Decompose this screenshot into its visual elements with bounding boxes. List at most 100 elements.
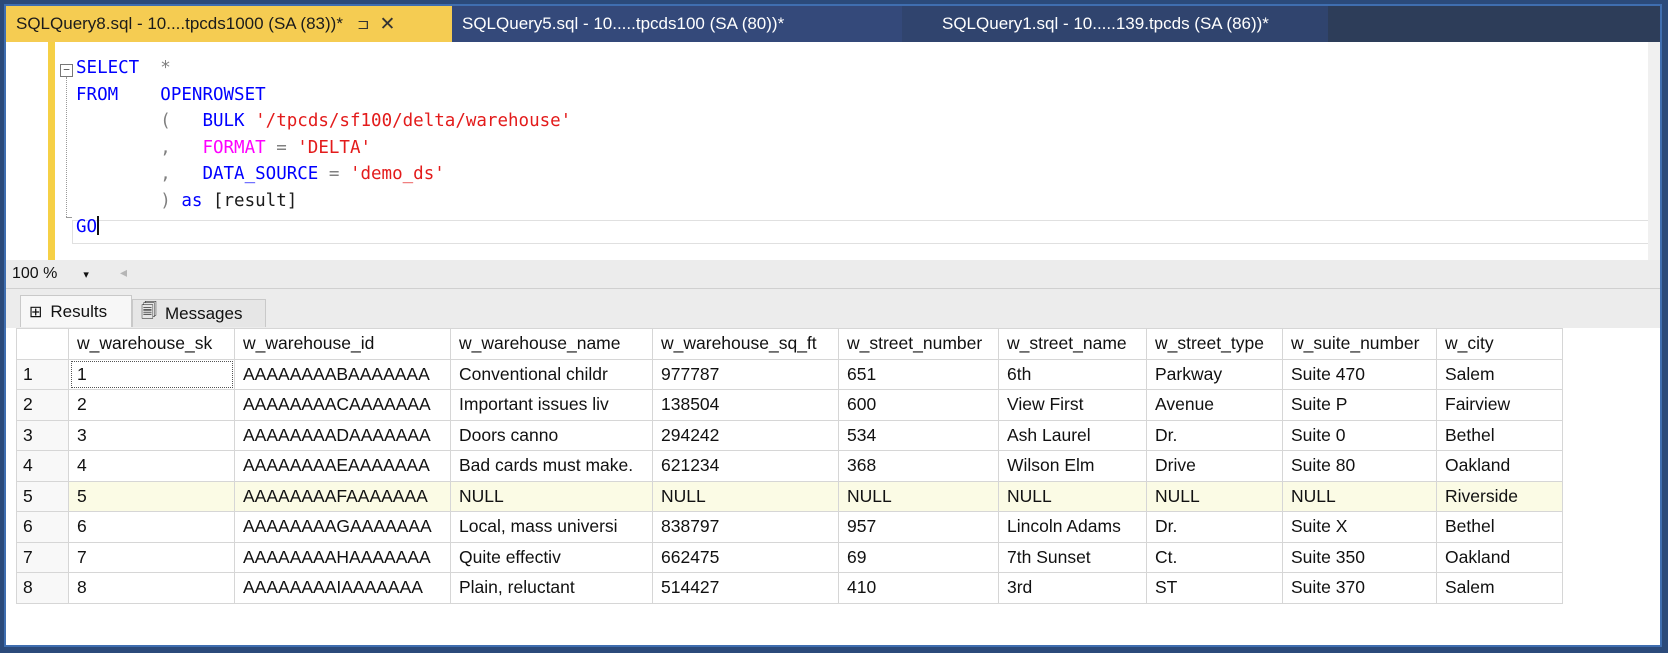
table-cell[interactable]: 4 — [68, 450, 235, 482]
editor-scrollbar[interactable] — [1648, 42, 1660, 260]
table-cell[interactable]: Bethel — [1436, 511, 1563, 543]
column-header[interactable]: w_suite_number — [1282, 328, 1437, 360]
table-cell[interactable]: 534 — [838, 419, 999, 451]
tab-sqlquery8[interactable]: SQLQuery8.sql - 10....tpcds1000 (SA (83)… — [6, 6, 452, 42]
table-cell[interactable]: Suite 0 — [1282, 419, 1437, 451]
table-cell[interactable]: 621234 — [652, 450, 839, 482]
table-cell[interactable]: NULL — [1282, 480, 1437, 512]
table-cell[interactable]: 138504 — [652, 389, 839, 421]
table-cell[interactable]: 7th Sunset — [998, 541, 1147, 573]
table-row[interactable]: 7 7 AAAAAAAAHAAAAAAA Quite effectiv 662475 69… — [16, 541, 1563, 573]
table-cell[interactable]: Salem — [1436, 358, 1563, 390]
table-cell[interactable]: 2 — [68, 389, 235, 421]
table-cell[interactable]: 514427 — [652, 572, 839, 604]
table-cell[interactable]: NULL — [1146, 480, 1283, 512]
scroll-left-icon[interactable]: ◂ — [120, 264, 127, 281]
table-row[interactable]: 3 3 AAAAAAAADAAAAAAA Doors canno 294242 534 As… — [16, 419, 1563, 451]
column-header[interactable]: w_warehouse_id — [234, 328, 451, 360]
table-cell[interactable]: Ash Laurel — [998, 419, 1147, 451]
row-number[interactable]: 3 — [16, 419, 69, 451]
tab-messages[interactable]: 🗐 Messages — [132, 299, 266, 327]
column-header[interactable]: w_street_type — [1146, 328, 1283, 360]
table-cell[interactable]: NULL — [838, 480, 999, 512]
table-cell[interactable]: NULL — [652, 480, 839, 512]
table-cell[interactable]: Lincoln Adams — [998, 511, 1147, 543]
column-header[interactable]: w_warehouse_name — [450, 328, 653, 360]
zoom-select[interactable]: 100 % ▾ — [12, 263, 112, 285]
column-header[interactable]: w_city — [1436, 328, 1563, 360]
table-cell[interactable]: 69 — [838, 541, 999, 573]
table-cell[interactable]: 3 — [68, 419, 235, 451]
table-cell[interactable]: Suite X — [1282, 511, 1437, 543]
table-cell[interactable]: 410 — [838, 572, 999, 604]
table-cell[interactable]: 977787 — [652, 358, 839, 390]
table-cell[interactable]: AAAAAAAABAAAAAAA — [234, 358, 451, 390]
table-cell[interactable]: AAAAAAAAHAAAAAAA — [234, 541, 451, 573]
table-cell[interactable]: Important issues liv — [450, 389, 653, 421]
table-row[interactable]: 8 8 AAAAAAAAIAAAAAAA Plain, reluctant 514427… — [16, 572, 1563, 604]
tab-results[interactable]: ⊞ Results — [20, 295, 132, 327]
table-cell[interactable]: Drive — [1146, 450, 1283, 482]
table-row[interactable]: 2 2 AAAAAAAACAAAAAAA Important issues liv 13… — [16, 389, 1563, 421]
table-row[interactable]: 4 4 AAAAAAAAEAAAAAAA Bad cards must make. 62… — [16, 450, 1563, 482]
table-cell[interactable]: 838797 — [652, 511, 839, 543]
table-cell[interactable]: 651 — [838, 358, 999, 390]
table-row[interactable]: 5 5 AAAAAAAAFAAAAAAA NULL NULL NULL NULL NULL NU… — [16, 480, 1563, 512]
table-cell[interactable]: Fairview — [1436, 389, 1563, 421]
table-cell[interactable]: AAAAAAAAFAAAAAAA — [234, 480, 451, 512]
table-cell[interactable]: 600 — [838, 389, 999, 421]
table-cell[interactable]: 3rd — [998, 572, 1147, 604]
table-cell[interactable]: Suite P — [1282, 389, 1437, 421]
row-number[interactable]: 7 — [16, 541, 69, 573]
column-header[interactable]: w_street_number — [838, 328, 999, 360]
table-cell[interactable]: AAAAAAAACAAAAAAA — [234, 389, 451, 421]
table-cell[interactable]: Salem — [1436, 572, 1563, 604]
column-header[interactable]: w_street_name — [998, 328, 1147, 360]
table-cell[interactable]: Bethel — [1436, 419, 1563, 451]
table-cell[interactable]: Oakland — [1436, 541, 1563, 573]
row-number[interactable]: 8 — [16, 572, 69, 604]
table-cell[interactable]: Dr. — [1146, 419, 1283, 451]
table-cell[interactable]: 6 — [68, 511, 235, 543]
table-cell[interactable]: Doors canno — [450, 419, 653, 451]
row-number-header[interactable] — [16, 328, 69, 360]
table-cell[interactable]: Local, mass universi — [450, 511, 653, 543]
table-cell[interactable]: Plain, reluctant — [450, 572, 653, 604]
tab-sqlquery5[interactable]: SQLQuery5.sql - 10.....tpcds100 (SA (80)… — [452, 6, 902, 42]
table-cell[interactable]: 8 — [68, 572, 235, 604]
table-cell[interactable]: Parkway — [1146, 358, 1283, 390]
column-header[interactable]: w_warehouse_sk — [68, 328, 235, 360]
table-cell[interactable]: NULL — [450, 480, 653, 512]
table-cell[interactable]: Riverside — [1436, 480, 1563, 512]
column-header[interactable]: w_warehouse_sq_ft — [652, 328, 839, 360]
table-cell[interactable]: 1 — [68, 358, 235, 390]
close-icon[interactable]: ✕ — [380, 13, 396, 36]
table-cell[interactable]: Dr. — [1146, 511, 1283, 543]
table-cell[interactable]: 957 — [838, 511, 999, 543]
table-cell[interactable]: Ct. — [1146, 541, 1283, 573]
table-cell[interactable]: Avenue — [1146, 389, 1283, 421]
table-cell[interactable]: AAAAAAAAEAAAAAAA — [234, 450, 451, 482]
table-cell[interactable]: AAAAAAAAGAAAAAAA — [234, 511, 451, 543]
table-cell[interactable]: Quite effectiv — [450, 541, 653, 573]
table-cell[interactable]: Oakland — [1436, 450, 1563, 482]
row-number[interactable]: 1 — [16, 358, 69, 390]
sql-code[interactable]: SELECT * FROM OPENROWSET ( BULK '/tpcds/… — [76, 55, 571, 241]
table-row[interactable]: 6 6 AAAAAAAAGAAAAAAA Local, mass universi 83… — [16, 511, 1563, 543]
table-cell[interactable]: 7 — [68, 541, 235, 573]
table-cell[interactable]: Bad cards must make. — [450, 450, 653, 482]
table-cell[interactable]: Suite 470 — [1282, 358, 1437, 390]
table-cell[interactable]: ST — [1146, 572, 1283, 604]
results-grid[interactable]: w_warehouse_sk w_warehouse_id w_warehouse_… — [16, 328, 1563, 604]
query-editor[interactable]: − SELECT * FROM OPENROWSET ( BULK '/tpcd… — [6, 42, 1660, 261]
tab-sqlquery1[interactable]: SQLQuery1.sql - 10.....139.tpcds (SA (86… — [902, 6, 1328, 42]
table-cell[interactable]: Conventional childr — [450, 358, 653, 390]
row-number[interactable]: 5 — [16, 480, 69, 512]
row-number[interactable]: 6 — [16, 511, 69, 543]
pin-icon[interactable]: ⊐ — [357, 15, 370, 33]
table-cell[interactable]: 368 — [838, 450, 999, 482]
table-cell[interactable]: AAAAAAAADAAAAAAA — [234, 419, 451, 451]
table-cell[interactable]: 294242 — [652, 419, 839, 451]
table-cell[interactable]: Suite 350 — [1282, 541, 1437, 573]
table-cell[interactable]: 5 — [68, 480, 235, 512]
